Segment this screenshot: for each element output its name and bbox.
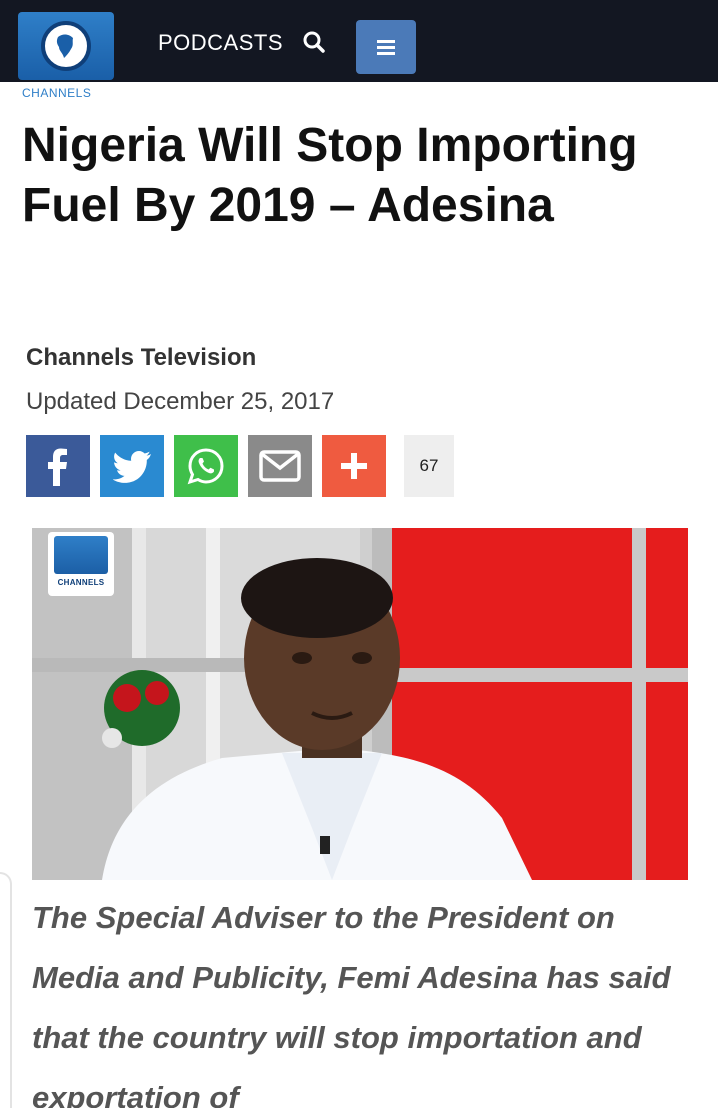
article-updated-date: Updated December 25, 2017 [26,388,335,415]
share-more-button[interactable] [322,435,386,497]
hamburger-icon [377,37,395,58]
article-photo[interactable] [32,528,688,880]
globe-icon [41,21,91,71]
twitter-icon [113,451,151,483]
share-whatsapp-button[interactable] [174,435,238,497]
plus-icon [341,453,367,479]
share-email-button[interactable] [248,435,312,497]
channels-logo[interactable] [18,12,114,80]
article-author[interactable]: Channels Television [26,344,256,372]
globe-icon [54,536,108,574]
menu-button[interactable] [356,20,416,74]
facebook-icon [48,448,67,486]
top-nav-bar: PODCASTS [0,0,718,82]
article-title: Nigeria Will Stop Importing Fuel By 2019… [22,119,638,232]
share-facebook-button[interactable] [26,435,90,497]
email-icon [259,450,301,482]
whatsapp-icon [187,448,224,485]
side-panel-edge [0,872,12,1108]
share-twitter-button[interactable] [100,435,164,497]
photo-illustration [32,528,688,880]
share-count-badge: 67 [404,435,454,497]
logo-caption: CHANNELS [22,86,92,100]
nav-podcasts-link[interactable]: PODCASTS [158,30,283,56]
channels-watermark: CHANNELS [48,532,114,596]
search-icon[interactable] [302,30,328,56]
article-lead-paragraph: The Special Adviser to the President on … [32,900,671,1108]
